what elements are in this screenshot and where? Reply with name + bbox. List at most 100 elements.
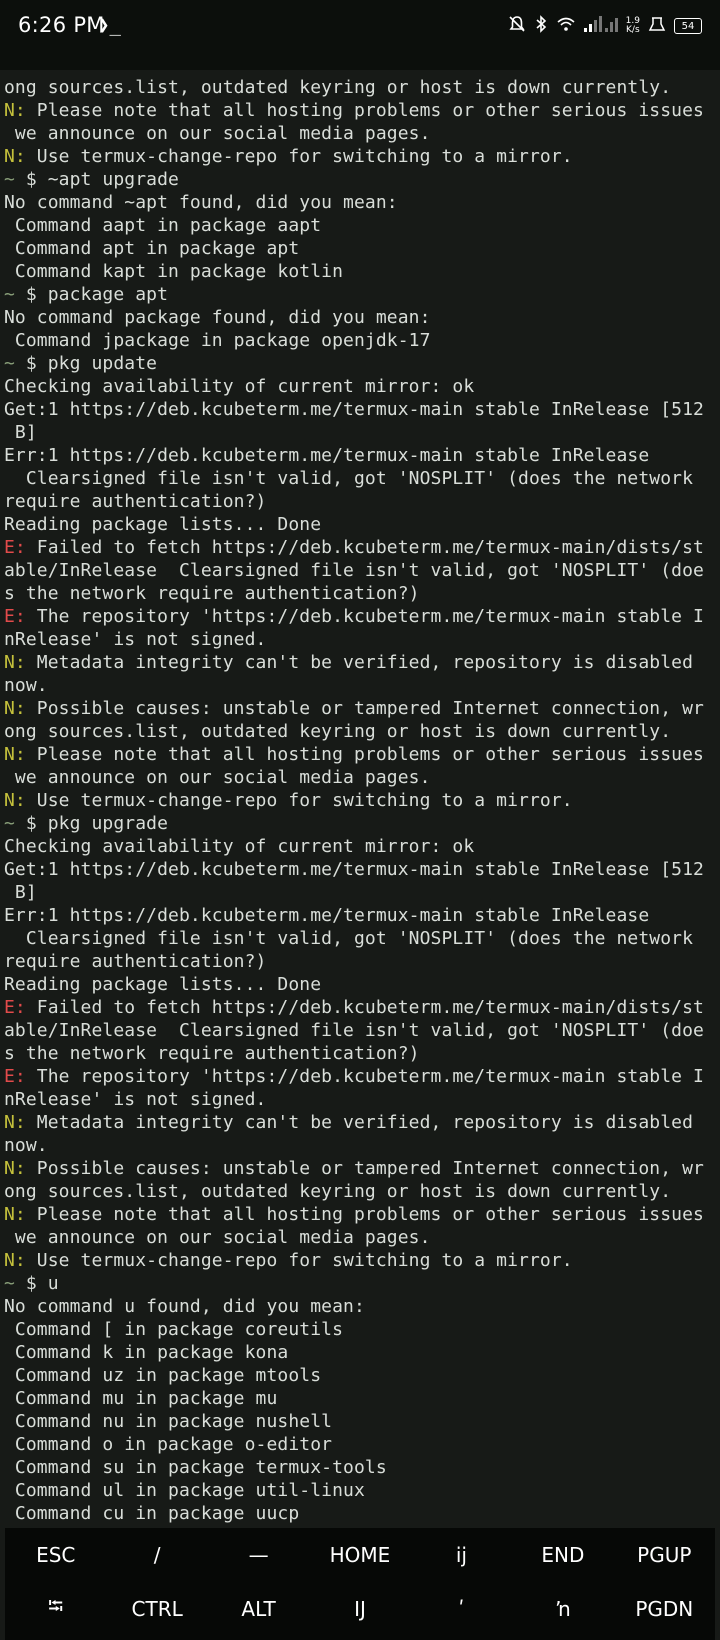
slash-key[interactable]: / bbox=[106, 1528, 207, 1582]
signal-icon bbox=[583, 16, 618, 36]
line-text: s the network require authentication?) bbox=[4, 1043, 420, 1064]
line-text: ong sources.list, outdated keyring or ho… bbox=[4, 77, 672, 98]
terminal-line: Clearsigned file isn't valid, got 'NOSPL… bbox=[4, 927, 720, 950]
line-text: Get:1 https://deb.kcubeterm.me/termux-ma… bbox=[4, 399, 704, 420]
line-text: Metadata integrity can't be verified, re… bbox=[25, 652, 694, 673]
line-text: Command nu in package nushell bbox=[4, 1411, 333, 1432]
terminal-line: B] bbox=[4, 421, 720, 444]
terminal-line: No command package found, did you mean: bbox=[4, 306, 720, 329]
terminal-line: N: Please note that all hosting problems… bbox=[4, 743, 720, 766]
terminal-line: No command ~apt found, did you mean: bbox=[4, 191, 720, 214]
terminal-line: E: Failed to fetch https://deb.kcubeterm… bbox=[4, 996, 720, 1019]
terminal-line: B] bbox=[4, 881, 720, 904]
line-text: No command package found, did you mean: bbox=[4, 307, 431, 328]
note-tag: N: bbox=[4, 1250, 26, 1271]
esc-key[interactable]: ESC bbox=[5, 1528, 106, 1582]
line-text: $ u bbox=[14, 1273, 59, 1294]
terminal-line: Err:1 https://deb.kcubeterm.me/termux-ma… bbox=[4, 444, 720, 467]
note-tag: N: bbox=[4, 1158, 26, 1179]
line-text: No command ~apt found, did you mean: bbox=[4, 192, 398, 213]
line-text: Please note that all hosting problems or… bbox=[25, 744, 704, 765]
terminal-line: Reading package lists... Done bbox=[4, 513, 720, 536]
line-text: s the network require authentication?) bbox=[4, 583, 420, 604]
line-text: ong sources.list, outdated keyring or ho… bbox=[4, 721, 672, 742]
line-text: Possible causes: unstable or tampered In… bbox=[25, 698, 704, 719]
error-tag: E: bbox=[4, 606, 26, 627]
ctrl-key[interactable]: CTRL bbox=[106, 1582, 207, 1636]
line-text: Clearsigned file isn't valid, got 'NOSPL… bbox=[4, 468, 694, 489]
line-text: Failed to fetch https://deb.kcubeterm.me… bbox=[25, 537, 704, 558]
terminal-line: we announce on our social media pages. bbox=[4, 122, 720, 145]
note-tag: N: bbox=[4, 1204, 26, 1225]
terminal-line: ong sources.list, outdated keyring or ho… bbox=[4, 76, 720, 99]
prime-key[interactable]: ʹ bbox=[411, 1582, 512, 1636]
line-text: B] bbox=[4, 422, 37, 443]
line-text: we announce on our social media pages. bbox=[4, 767, 431, 788]
pgup-key[interactable]: PGUP bbox=[614, 1528, 715, 1582]
terminal-line: Checking availability of current mirror:… bbox=[4, 835, 720, 858]
terminal-line: require authentication?) bbox=[4, 490, 720, 513]
dash-key[interactable]: — bbox=[208, 1528, 309, 1582]
line-text: Reading package lists... Done bbox=[4, 974, 322, 995]
line-text: Get:1 https://deb.kcubeterm.me/termux-ma… bbox=[4, 859, 704, 880]
line-text: Possible causes: unstable or tampered In… bbox=[25, 1158, 704, 1179]
ij-key[interactable]: ĳ bbox=[411, 1528, 512, 1582]
line-text: $ ~apt upgrade bbox=[14, 169, 179, 190]
line-text: Use termux-change-repo for switching to … bbox=[25, 146, 573, 167]
note-tag: N: bbox=[4, 744, 26, 765]
line-text: we announce on our social media pages. bbox=[4, 1227, 431, 1248]
line-text: No command u found, did you mean: bbox=[4, 1296, 365, 1317]
terminal-line: ong sources.list, outdated keyring or ho… bbox=[4, 720, 720, 743]
terminal-line: N: Use termux-change-repo for switching … bbox=[4, 145, 720, 168]
line-text: Checking availability of current mirror:… bbox=[4, 836, 475, 857]
line-text: now. bbox=[4, 675, 48, 696]
line-text: able/InRelease Clearsigned file isn't va… bbox=[4, 560, 704, 581]
line-text: Command jpackage in package openjdk-17 bbox=[4, 330, 431, 351]
terminal-line: Command su in package termux-tools bbox=[4, 1456, 720, 1479]
line-text: $ pkg update bbox=[14, 353, 158, 374]
end-key[interactable]: END bbox=[512, 1528, 613, 1582]
tab-key[interactable]: ⭾ bbox=[5, 1582, 106, 1636]
note-tag: N: bbox=[4, 698, 26, 719]
terminal-line: Checking availability of current mirror:… bbox=[4, 375, 720, 398]
prompt-tilde: ~ bbox=[4, 169, 15, 190]
line-text: able/InRelease Clearsigned file isn't va… bbox=[4, 1020, 704, 1041]
home-key[interactable]: HOME bbox=[309, 1528, 410, 1582]
line-text: $ pkg upgrade bbox=[14, 813, 169, 834]
termux-notification-icon: ❯_ bbox=[98, 14, 121, 36]
pgdn-key[interactable]: PGDN bbox=[614, 1582, 715, 1636]
terminal-line: Command cu in package uucp bbox=[4, 1502, 720, 1525]
line-text: now. bbox=[4, 1135, 48, 1156]
line-text: require authentication?) bbox=[4, 491, 267, 512]
wifi-icon bbox=[556, 16, 576, 36]
terminal-line: require authentication?) bbox=[4, 950, 720, 973]
IJ-key[interactable]: Ĳ bbox=[309, 1582, 410, 1636]
line-text: Command [ in package coreutils bbox=[4, 1319, 344, 1340]
terminal-line: nRelease' is not signed. bbox=[4, 1088, 720, 1111]
line-text: require authentication?) bbox=[4, 951, 267, 972]
alt-key[interactable]: ALT bbox=[208, 1582, 309, 1636]
line-text: Please note that all hosting problems or… bbox=[25, 100, 704, 121]
terminal-line: ong sources.list, outdated keyring or ho… bbox=[4, 1180, 720, 1203]
terminal-line: nRelease' is not signed. bbox=[4, 628, 720, 651]
terminal-line: N: Metadata integrity can't be verified,… bbox=[4, 1111, 720, 1134]
terminal-output[interactable]: ong sources.list, outdated keyring or ho… bbox=[0, 76, 720, 1528]
bluetooth-icon bbox=[534, 15, 548, 37]
terminal-line: E: Failed to fetch https://deb.kcubeterm… bbox=[4, 536, 720, 559]
terminal-line: we announce on our social media pages. bbox=[4, 766, 720, 789]
terminal-line: Err:1 https://deb.kcubeterm.me/termux-ma… bbox=[4, 904, 720, 927]
line-text: Checking availability of current mirror:… bbox=[4, 376, 475, 397]
line-text: Command k in package kona bbox=[4, 1342, 289, 1363]
status-time: 6:26 PM bbox=[18, 13, 105, 37]
terminal-line: Command k in package kona bbox=[4, 1341, 720, 1364]
prompt-tilde: ~ bbox=[4, 813, 15, 834]
battery-icon: 54 bbox=[674, 18, 702, 34]
note-tag: N: bbox=[4, 146, 26, 167]
terminal-line: Command uz in package mtools bbox=[4, 1364, 720, 1387]
terminal-line: s the network require authentication?) bbox=[4, 582, 720, 605]
line-text: Use termux-change-repo for switching to … bbox=[25, 1250, 573, 1271]
line-text: Err:1 https://deb.kcubeterm.me/termux-ma… bbox=[4, 445, 650, 466]
terminal-line: able/InRelease Clearsigned file isn't va… bbox=[4, 559, 720, 582]
terminal-line: Clearsigned file isn't valid, got 'NOSPL… bbox=[4, 467, 720, 490]
n-apostrophe-key[interactable]: ŉ bbox=[512, 1582, 613, 1636]
